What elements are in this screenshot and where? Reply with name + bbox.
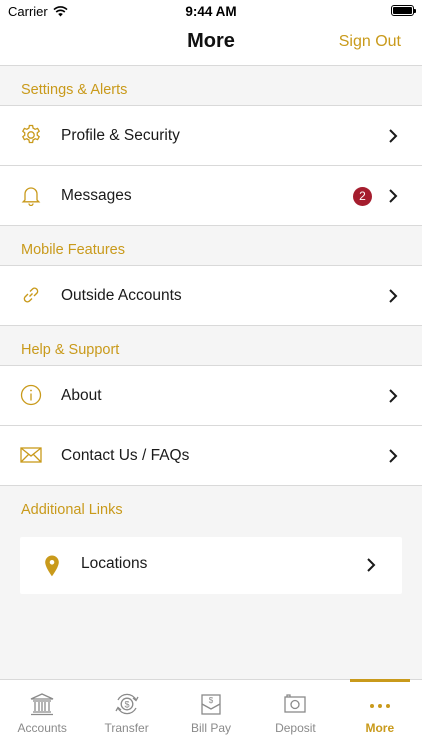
tab-transfer[interactable]: $ Transfer	[84, 680, 168, 750]
contact-faqs-label: Contact Us / FAQs	[61, 446, 190, 464]
svg-text:$: $	[124, 700, 129, 710]
section-header-help: Help & Support	[0, 326, 422, 366]
locations-row[interactable]: Locations	[20, 537, 402, 594]
bank-icon	[30, 693, 54, 716]
chevron-right-icon	[389, 449, 398, 463]
chevron-right-icon	[389, 389, 398, 403]
envelope-icon	[20, 447, 42, 463]
transfer-icon: $	[115, 693, 139, 715]
locations-label: Locations	[81, 555, 148, 572]
messages-row[interactable]: Messages 2	[0, 166, 422, 226]
tab-deposit-label: Deposit	[275, 721, 316, 735]
tab-bar: Accounts $ Transfer $ Bill Pay Deposit M…	[0, 679, 422, 750]
outside-accounts-label: Outside Accounts	[61, 286, 182, 304]
outside-accounts-row[interactable]: Outside Accounts	[0, 266, 422, 326]
section-header-links: Additional Links	[21, 502, 123, 518]
messages-label: Messages	[61, 186, 132, 204]
svg-text:$: $	[209, 696, 214, 705]
camera-icon	[284, 694, 307, 713]
profile-security-label: Profile & Security	[61, 126, 180, 144]
tab-more-label: More	[365, 721, 395, 735]
chevron-right-icon	[367, 558, 376, 572]
bell-icon	[21, 187, 41, 206]
status-time: 9:44 AM	[185, 4, 237, 19]
chevron-right-icon	[389, 129, 398, 143]
info-icon	[20, 384, 42, 406]
battery-icon	[391, 5, 416, 16]
gear-icon	[21, 124, 41, 144]
status-bar: Carrier 9:44 AM	[0, 0, 422, 24]
link-icon	[23, 287, 39, 303]
tab-bill-pay-label: Bill Pay	[191, 721, 232, 735]
tab-deposit[interactable]: Deposit	[253, 680, 337, 750]
tab-accounts-label: Accounts	[17, 721, 67, 735]
nav-bar: More Sign Out	[0, 24, 422, 66]
messages-count-badge: 2	[353, 187, 372, 206]
contact-faqs-row[interactable]: Contact Us / FAQs	[0, 426, 422, 486]
section-header-mobile: Mobile Features	[0, 226, 422, 266]
chevron-right-icon	[389, 289, 398, 303]
tab-transfer-label: Transfer	[104, 721, 149, 735]
location-pin-icon	[45, 555, 59, 577]
sign-out-button[interactable]: Sign Out	[339, 33, 401, 51]
tab-accounts[interactable]: Accounts	[0, 680, 84, 750]
tab-more[interactable]: More	[338, 679, 422, 750]
about-row[interactable]: About	[0, 366, 422, 426]
profile-security-row[interactable]: Profile & Security	[0, 106, 422, 166]
bill-pay-icon: $	[201, 694, 221, 715]
section-header-settings: Settings & Alerts	[0, 66, 422, 106]
about-label: About	[61, 386, 102, 404]
chevron-right-icon	[389, 189, 398, 203]
tab-bill-pay[interactable]: $ Bill Pay	[169, 680, 253, 750]
more-dots-icon	[369, 704, 390, 708]
